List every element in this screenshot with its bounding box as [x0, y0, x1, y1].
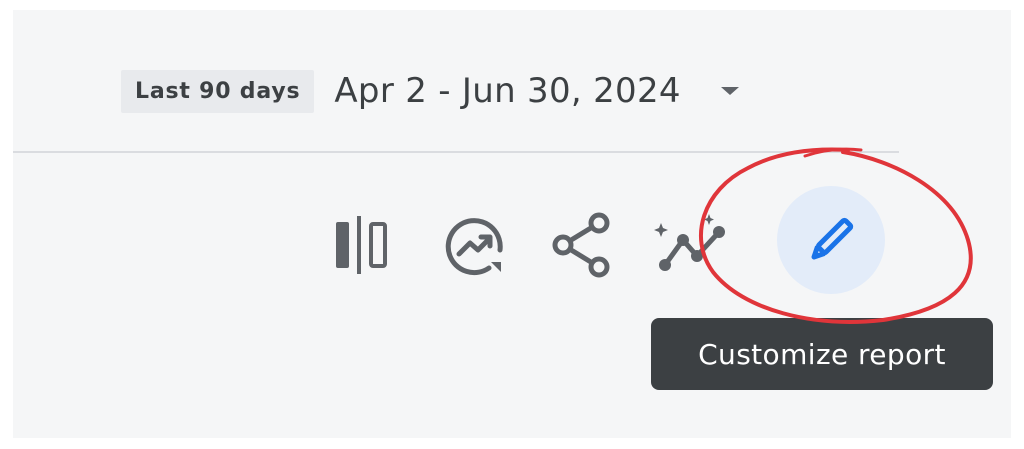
report-header-panel: Last 90 days Apr 2 - Jun 30, 2024 Custom…	[13, 10, 1011, 438]
arrow-drop-down-icon[interactable]	[720, 87, 739, 95]
header-divider	[13, 151, 899, 153]
customize-report-tooltip: Customize report	[651, 318, 993, 390]
sparkle-trend-icon	[654, 214, 725, 271]
date-range-text[interactable]: Apr 2 - Jun 30, 2024	[334, 71, 680, 111]
insights-icon	[445, 218, 503, 276]
anomaly-insights-button[interactable]	[653, 210, 729, 280]
share-icon	[552, 212, 610, 278]
compare-icon	[336, 216, 387, 274]
compare-button[interactable]	[329, 215, 399, 275]
range-preset-chip[interactable]: Last 90 days	[121, 69, 315, 113]
customize-report-button[interactable]	[777, 186, 885, 294]
date-range-picker[interactable]: Last 90 days Apr 2 - Jun 30, 2024	[121, 66, 739, 116]
share-button[interactable]	[549, 210, 613, 280]
pencil-edit-icon	[811, 217, 854, 260]
insights-button[interactable]	[439, 210, 509, 280]
